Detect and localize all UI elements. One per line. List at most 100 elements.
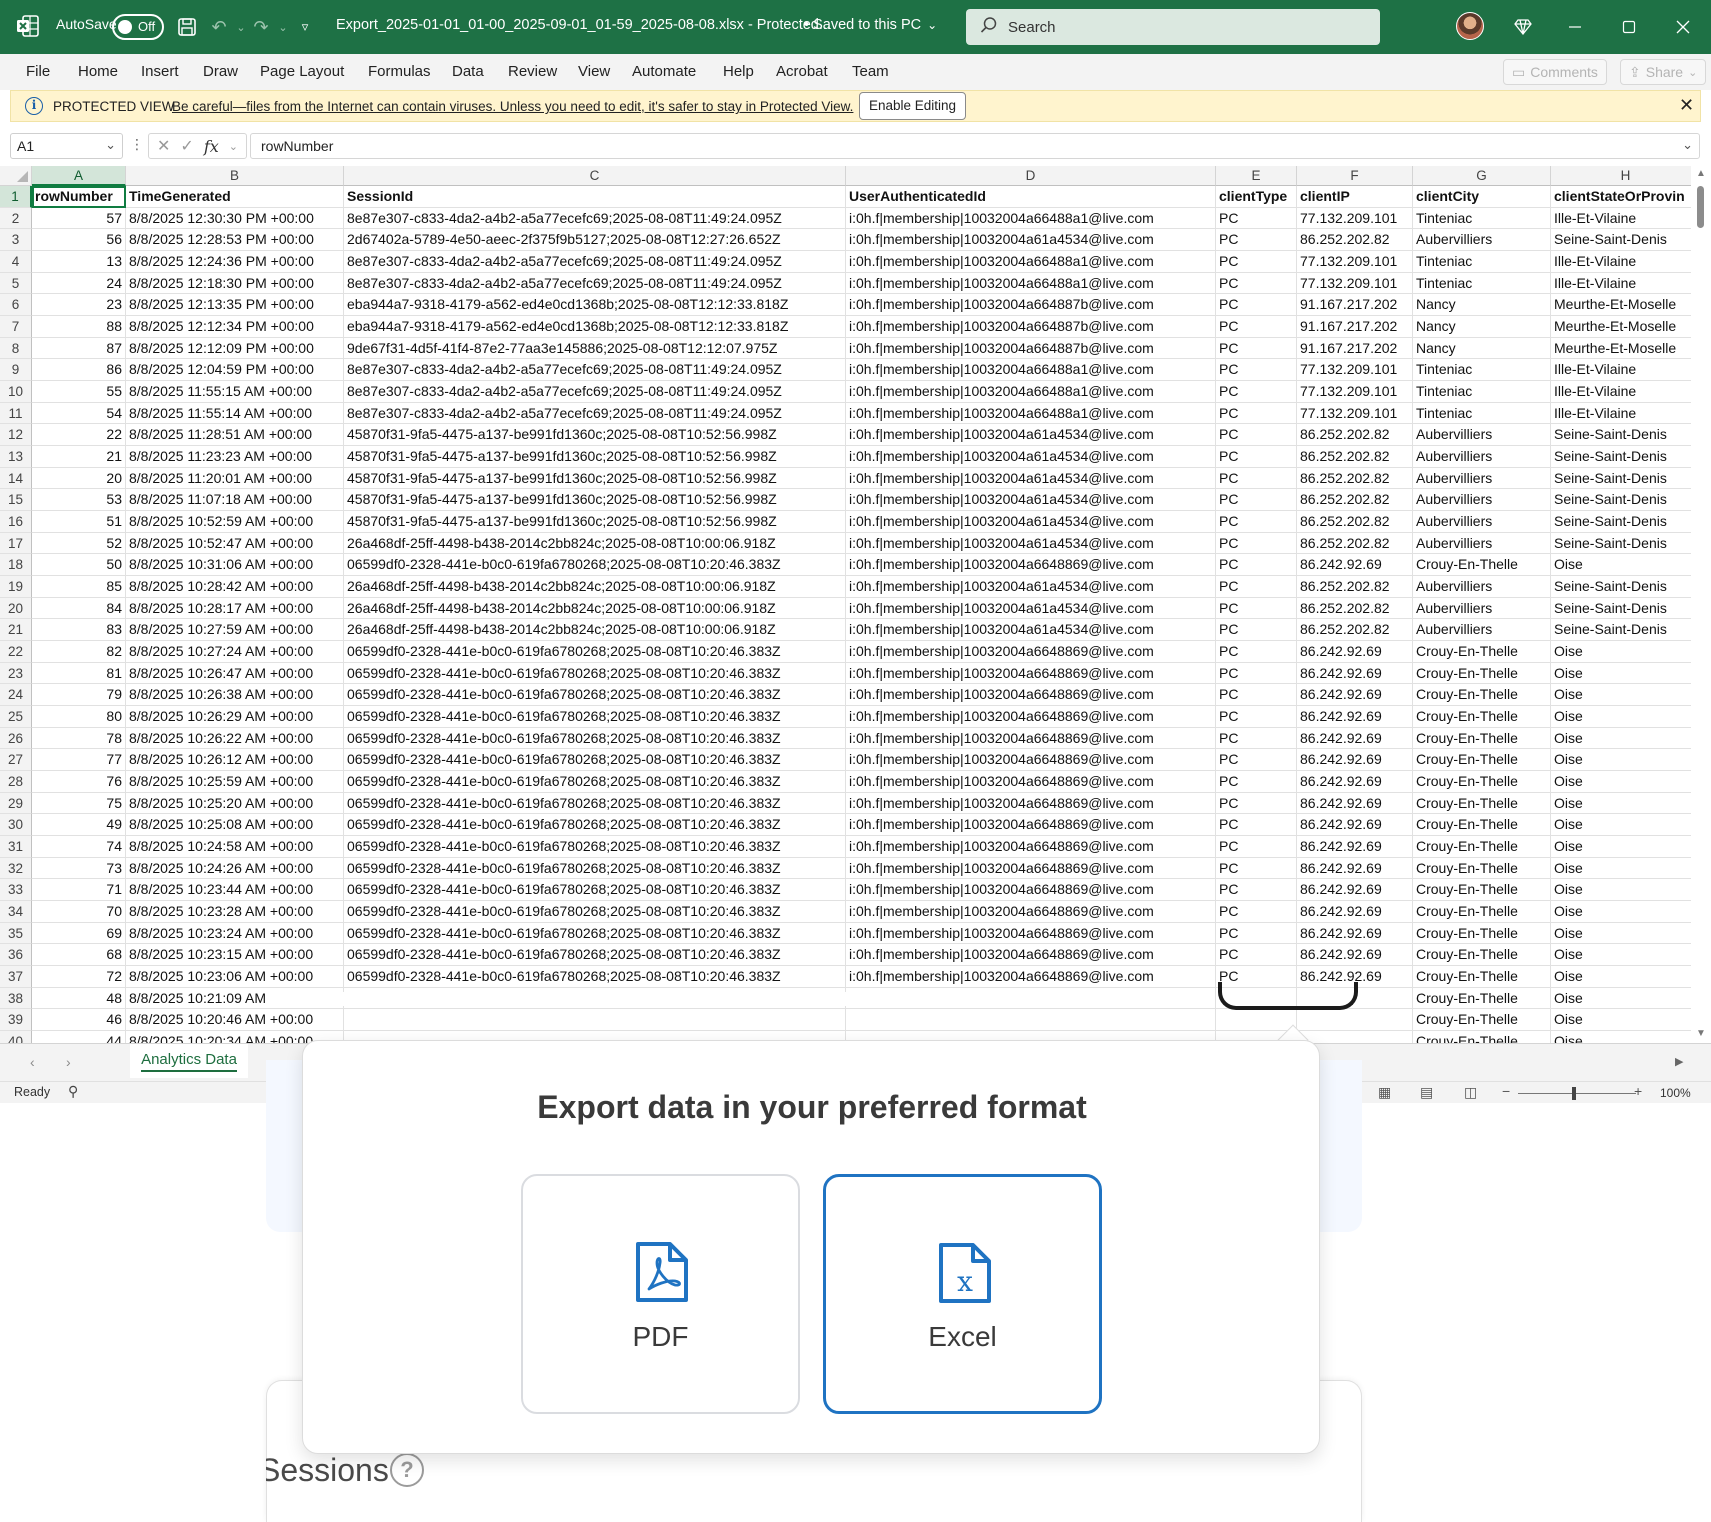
table-cell[interactable]: Crouy-En-Thelle bbox=[1413, 1009, 1551, 1032]
row-header[interactable]: 31 bbox=[0, 836, 32, 858]
protected-view-message[interactable]: Be careful—files from the Internet can c… bbox=[172, 99, 853, 114]
table-cell[interactable]: Crouy-En-Thelle bbox=[1413, 706, 1551, 728]
table-cell[interactable]: i:0h.f|membership|10032004a6648869@live.… bbox=[846, 966, 1216, 988]
table-cell[interactable]: 8/8/2025 10:23:15 AM +00:00 bbox=[126, 944, 344, 967]
table-cell[interactable]: PC bbox=[1216, 749, 1297, 772]
table-cell[interactable]: Oise bbox=[1551, 987, 1701, 1010]
table-cell[interactable]: 8e87e307-c833-4da2-a4b2-a5a77ecefc69;202… bbox=[344, 251, 846, 273]
zoom-slider-knob[interactable] bbox=[1572, 1087, 1576, 1100]
table-cell[interactable]: 91.167.217.202 bbox=[1297, 337, 1413, 360]
table-cell[interactable]: Crouy-En-Thelle bbox=[1413, 836, 1551, 858]
table-cell[interactable]: 55 bbox=[32, 381, 126, 403]
table-cell[interactable]: Tinteniac bbox=[1413, 251, 1551, 273]
table-cell[interactable]: 77.132.209.101 bbox=[1297, 402, 1413, 425]
table-cell[interactable]: Seine-Saint-Denis bbox=[1551, 489, 1701, 512]
table-cell[interactable]: i:0h.f|membership|10032004a6648869@live.… bbox=[846, 792, 1216, 815]
table-cell[interactable]: i:0h.f|membership|10032004a61a4534@live.… bbox=[846, 597, 1216, 620]
table-cell[interactable]: 2d67402a-5789-4e50-aeec-2f375f9b5127;202… bbox=[344, 229, 846, 251]
table-cell[interactable]: i:0h.f|membership|10032004a6648869@live.… bbox=[846, 554, 1216, 577]
table-cell[interactable]: 48 bbox=[32, 987, 126, 1010]
table-cell[interactable]: 77.132.209.101 bbox=[1297, 251, 1413, 273]
table-cell[interactable]: Crouy-En-Thelle bbox=[1413, 922, 1551, 945]
table-cell[interactable]: 06599df0-2328-441e-b0c0-619fa6780268;202… bbox=[344, 554, 846, 577]
row-header[interactable]: 40 bbox=[0, 1031, 32, 1043]
table-cell[interactable]: 45870f31-9fa5-4475-a137-be991fd1360c;202… bbox=[344, 489, 846, 512]
row-header[interactable]: 19 bbox=[0, 576, 32, 598]
table-cell[interactable]: 86.252.202.82 bbox=[1297, 489, 1413, 512]
table-cell[interactable]: 86.242.92.69 bbox=[1297, 684, 1413, 707]
table-cell[interactable]: 8e87e307-c833-4da2-a4b2-a5a77ecefc69;202… bbox=[344, 402, 846, 425]
table-cell[interactable]: Seine-Saint-Denis bbox=[1551, 597, 1701, 620]
search-box[interactable]: Search bbox=[966, 9, 1380, 45]
table-cell[interactable]: 8/8/2025 11:55:14 AM +00:00 bbox=[126, 402, 344, 425]
table-cell[interactable]: Meurthe-Et-Moselle bbox=[1551, 294, 1701, 316]
table-cell[interactable]: PC bbox=[1216, 771, 1297, 793]
table-cell[interactable]: 77.132.209.101 bbox=[1297, 207, 1413, 230]
row-header[interactable]: 9 bbox=[0, 359, 32, 382]
table-cell[interactable]: 8/8/2025 10:26:29 AM +00:00 bbox=[126, 706, 344, 728]
export-excel-option[interactable]: x Excel bbox=[823, 1174, 1102, 1414]
table-cell[interactable] bbox=[1297, 1031, 1413, 1043]
table-cell[interactable]: 86.242.92.69 bbox=[1297, 727, 1413, 750]
table-cell[interactable]: Crouy-En-Thelle bbox=[1413, 684, 1551, 707]
table-cell[interactable]: 79 bbox=[32, 684, 126, 707]
check-icon[interactable]: ✓ bbox=[180, 136, 193, 156]
table-cell[interactable]: Crouy-En-Thelle bbox=[1413, 554, 1551, 577]
share-button[interactable]: ⇪ Share ⌄ bbox=[1620, 59, 1707, 85]
table-cell[interactable]: 49 bbox=[32, 814, 126, 837]
table-cell[interactable]: Oise bbox=[1551, 836, 1701, 858]
table-cell[interactable]: 8e87e307-c833-4da2-a4b2-a5a77ecefc69;202… bbox=[344, 359, 846, 382]
table-cell[interactable]: 86.242.92.69 bbox=[1297, 749, 1413, 772]
table-cell[interactable]: PC bbox=[1216, 836, 1297, 858]
table-cell[interactable]: PC bbox=[1216, 402, 1297, 425]
table-cell[interactable]: 86.252.202.82 bbox=[1297, 576, 1413, 598]
table-cell[interactable]: Nancy bbox=[1413, 337, 1551, 360]
table-cell[interactable]: 46 bbox=[32, 1009, 126, 1032]
table-cell[interactable]: 86.242.92.69 bbox=[1297, 554, 1413, 577]
table-cell[interactable]: 53 bbox=[32, 489, 126, 512]
table-cell[interactable]: 13 bbox=[32, 251, 126, 273]
table-cell[interactable]: PC bbox=[1216, 727, 1297, 750]
spreadsheet-grid[interactable]: A B C D E F G H 1 rowNumber TimeGenerated SessionId… bbox=[0, 166, 1711, 1043]
table-cell[interactable]: i:0h.f|membership|10032004a6648869@live.… bbox=[846, 684, 1216, 707]
table-cell[interactable]: 86.242.92.69 bbox=[1297, 771, 1413, 793]
table-cell[interactable]: Meurthe-Et-Moselle bbox=[1551, 316, 1701, 338]
table-cell[interactable]: 06599df0-2328-441e-b0c0-619fa6780268;202… bbox=[344, 641, 846, 663]
table-cell[interactable]: PC bbox=[1216, 359, 1297, 382]
table-cell[interactable]: PC bbox=[1216, 901, 1297, 923]
table-cell[interactable]: Oise bbox=[1551, 554, 1701, 577]
table-cell[interactable]: 8/8/2025 10:28:17 AM +00:00 bbox=[126, 597, 344, 620]
table-cell[interactable]: 8/8/2025 12:30:30 PM +00:00 bbox=[126, 207, 344, 230]
table-cell[interactable]: Tinteniac bbox=[1413, 207, 1551, 230]
table-cell[interactable]: 8/8/2025 10:26:38 AM +00:00 bbox=[126, 684, 344, 707]
formula-input[interactable]: rowNumber ⌄ bbox=[250, 133, 1700, 159]
table-cell[interactable]: 86.242.92.69 bbox=[1297, 662, 1413, 685]
table-cell[interactable]: 8/8/2025 10:25:59 AM +00:00 bbox=[126, 771, 344, 793]
table-cell[interactable]: 06599df0-2328-441e-b0c0-619fa6780268;202… bbox=[344, 836, 846, 858]
table-cell[interactable]: Seine-Saint-Denis bbox=[1551, 446, 1701, 468]
table-cell[interactable]: 86.252.202.82 bbox=[1297, 511, 1413, 533]
table-cell[interactable]: i:0h.f|membership|10032004a6648869@live.… bbox=[846, 662, 1216, 685]
table-cell[interactable]: 8/8/2025 10:26:12 AM +00:00 bbox=[126, 749, 344, 772]
table-cell[interactable]: Oise bbox=[1551, 966, 1701, 988]
table-cell[interactable]: i:0h.f|membership|10032004a61a4534@live.… bbox=[846, 446, 1216, 468]
table-cell[interactable]: 21 bbox=[32, 446, 126, 468]
row-header[interactable]: 36 bbox=[0, 944, 32, 967]
table-cell[interactable]: PC bbox=[1216, 446, 1297, 468]
row-header[interactable]: 37 bbox=[0, 966, 32, 988]
row-header[interactable]: 5 bbox=[0, 272, 32, 295]
table-cell[interactable]: Oise bbox=[1551, 792, 1701, 815]
table-cell[interactable]: 52 bbox=[32, 532, 126, 555]
row-header[interactable]: 28 bbox=[0, 771, 32, 793]
row-header[interactable]: 29 bbox=[0, 792, 32, 815]
table-cell[interactable]: 8e87e307-c833-4da2-a4b2-a5a77ecefc69;202… bbox=[344, 207, 846, 230]
table-cell[interactable]: PC bbox=[1216, 684, 1297, 707]
table-cell[interactable]: 06599df0-2328-441e-b0c0-619fa6780268;202… bbox=[344, 879, 846, 902]
table-cell[interactable]: Crouy-En-Thelle bbox=[1413, 771, 1551, 793]
table-cell[interactable]: i:0h.f|membership|10032004a664887b@live.… bbox=[846, 337, 1216, 360]
table-cell[interactable] bbox=[846, 1009, 1216, 1032]
table-cell[interactable]: Oise bbox=[1551, 814, 1701, 837]
table-cell[interactable]: PC bbox=[1216, 641, 1297, 663]
table-cell[interactable]: 8/8/2025 10:26:47 AM +00:00 bbox=[126, 662, 344, 685]
row-header[interactable]: 23 bbox=[0, 662, 32, 685]
